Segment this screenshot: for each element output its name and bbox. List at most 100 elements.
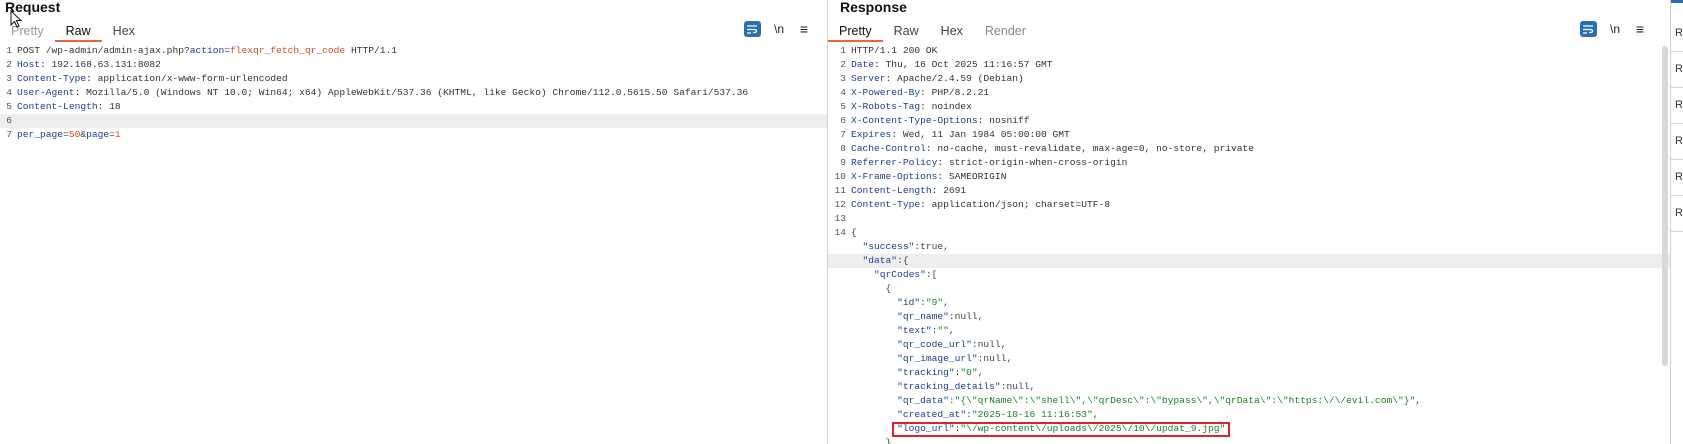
code-token: "qr_name": [897, 311, 949, 322]
code-text: Date: Thu, 16 Oct 2025 11:16:57 GMT: [851, 58, 1053, 72]
code-line[interactable]: "text":"",: [828, 324, 1670, 338]
side-panel-item[interactable]: R: [1671, 50, 1683, 88]
code-line[interactable]: "created_at":"2025-10-16 11:16:53",: [828, 408, 1670, 422]
code-line[interactable]: 8 Cache-Control: no-cache, must-revalidat…: [828, 142, 1670, 156]
side-panel-accent: [1671, 0, 1683, 3]
code-token: "qr_data": [897, 395, 949, 406]
code-line[interactable]: 13: [828, 212, 1670, 226]
code-token: {: [851, 283, 892, 294]
code-token: Host: [17, 59, 41, 70]
line-number: 13: [834, 213, 846, 224]
code-token: action: [189, 45, 225, 56]
tab-pretty[interactable]: Pretty: [828, 22, 883, 42]
tab-raw[interactable]: Raw: [883, 22, 930, 42]
side-panel-item[interactable]: R: [1671, 194, 1683, 232]
code-line[interactable]: 6 X-Content-Type-Options: nosniff: [828, 114, 1670, 128]
code-token: : Wed, 11 Jan 1984 05:00:00 GMT: [891, 129, 1070, 140]
code-text: Expires: Wed, 11 Jan 1984 05:00:00 GMT: [851, 128, 1070, 142]
code-line[interactable]: "qr_data":"{\"qrName\":\"shell\",\"qrDes…: [828, 394, 1670, 408]
code-text: "id":"9",: [851, 296, 949, 310]
response-tabs: Pretty Raw Hex Render: [828, 22, 1037, 42]
request-toolbar: \n ≡: [744, 21, 811, 37]
code-line[interactable]: {: [828, 282, 1670, 296]
line-number: 1: [6, 45, 12, 56]
code-line[interactable]: 9 Referrer-Policy: strict-origin-when-cro…: [828, 156, 1670, 170]
code-token: : 18: [97, 101, 121, 112]
code-line[interactable]: }: [828, 436, 1670, 444]
code-token: X-Content-Type-Options: [851, 115, 978, 126]
code-token: ,: [1092, 409, 1099, 420]
wrap-icon: [747, 24, 758, 34]
code-token: : 192.168.63.131:8082: [40, 59, 161, 70]
show-newlines-button[interactable]: \n: [1605, 22, 1625, 36]
code-line[interactable]: 5 X-Robots-Tag: noindex: [828, 100, 1670, 114]
code-line[interactable]: "tracking_details":null,: [828, 380, 1670, 394]
code-line[interactable]: "success":true,: [828, 240, 1670, 254]
code-token: "qr_code_url": [897, 339, 972, 350]
wrap-lines-button[interactable]: [744, 21, 761, 37]
code-token: : noindex: [920, 101, 972, 112]
tab-render[interactable]: Render: [974, 22, 1037, 42]
code-line[interactable]: 1 HTTP/1.1 200 OK: [828, 44, 1670, 58]
code-text: Host: 192.168.63.131:8082: [17, 58, 161, 72]
code-line[interactable]: "qr_code_url":null,: [828, 338, 1670, 352]
request-editor[interactable]: 1 POST /wp-admin/admin-ajax.php?action=fl…: [0, 44, 827, 444]
code-line[interactable]: 14 {: [828, 226, 1670, 240]
code-line[interactable]: 4 X-Powered-By: PHP/8.2.21: [828, 86, 1670, 100]
tab-hex[interactable]: Hex: [102, 22, 146, 42]
code-line[interactable]: 1 POST /wp-admin/admin-ajax.php?action=fl…: [0, 44, 827, 58]
response-scrollbar[interactable]: [1662, 46, 1668, 366]
side-panel-item[interactable]: R: [1671, 158, 1683, 196]
code-token: per_page: [17, 129, 64, 140]
code-line[interactable]: 7 Expires: Wed, 11 Jan 1984 05:00:00 GMT: [828, 128, 1670, 142]
code-line[interactable]: "id":"9",: [828, 296, 1670, 310]
code-text: "data":{: [851, 254, 909, 268]
code-line[interactable]: 10 X-Frame-Options: SAMEORIGIN: [828, 170, 1670, 184]
code-line[interactable]: 12 Content-Type: application/json; charse…: [828, 198, 1670, 212]
side-panel-item[interactable]: R: [1671, 86, 1683, 124]
code-token: ,: [977, 367, 984, 378]
menu-icon[interactable]: ≡: [797, 21, 811, 37]
code-text: POST /wp-admin/admin-ajax.php?action=fle…: [17, 44, 397, 58]
code-token: : no-cache, must-revalidate, max-age=0, …: [925, 143, 1255, 154]
wrap-lines-button[interactable]: [1580, 21, 1597, 37]
side-panel-item[interactable]: R: [1671, 122, 1683, 160]
tab-raw[interactable]: Raw: [54, 22, 102, 42]
tab-pretty[interactable]: Pretty: [0, 22, 55, 42]
code-line[interactable]: "qrCodes":[: [828, 268, 1670, 282]
code-line[interactable]: 11 Content-Length: 2691: [828, 184, 1670, 198]
menu-icon[interactable]: ≡: [1633, 21, 1647, 37]
code-token: Referrer-Policy: [851, 157, 938, 168]
code-line[interactable]: 3 Server: Apache/2.4.59 (Debian): [828, 72, 1670, 86]
code-token: :null,: [971, 339, 1007, 350]
code-line[interactable]: "qr_name":null,: [828, 310, 1670, 324]
code-line[interactable]: "data":{: [828, 254, 1670, 268]
code-text: Content-Length: 2691: [851, 184, 966, 198]
response-toolbar: \n ≡: [1580, 21, 1647, 37]
code-text: "tracking":"0",: [851, 366, 983, 380]
side-panel-item[interactable]: R: [1671, 14, 1683, 52]
code-line[interactable]: 5 Content-Length: 18: [0, 100, 827, 114]
code-token: 1: [114, 129, 121, 140]
code-line[interactable]: 2 Date: Thu, 16 Oct 2025 11:16:57 GMT: [828, 58, 1670, 72]
line-number: 6: [6, 115, 12, 126]
code-token: flexqr_fetch_qr_code: [230, 45, 346, 56]
code-line[interactable]: 3 Content-Type: application/x-www-form-ur…: [0, 72, 827, 86]
code-line[interactable]: 7 per_page=50&page=1: [0, 128, 827, 142]
code-line[interactable]: 4 User-Agent: Mozilla/5.0 (Windows NT 10.…: [0, 86, 827, 100]
code-text: "qr_name":null,: [851, 310, 983, 324]
code-token: :{: [897, 255, 909, 266]
tab-hex[interactable]: Hex: [930, 22, 974, 42]
code-token: ,: [943, 297, 949, 308]
code-line[interactable]: "qr_image_url":null,: [828, 352, 1670, 366]
code-token: POST /wp-admin/admin-ajax.php?: [17, 45, 190, 56]
code-token: "id": [897, 297, 921, 308]
code-line[interactable]: 6: [0, 114, 827, 128]
line-number: 7: [6, 129, 12, 140]
response-editor[interactable]: 1 HTTP/1.1 200 OK 2 Date: Thu, 16 Oct 2025 …: [828, 44, 1670, 444]
code-line[interactable]: "tracking":"0",: [828, 366, 1670, 380]
show-newlines-button[interactable]: \n: [769, 22, 789, 36]
code-line[interactable]: 2 Host: 192.168.63.131:8082: [0, 58, 827, 72]
